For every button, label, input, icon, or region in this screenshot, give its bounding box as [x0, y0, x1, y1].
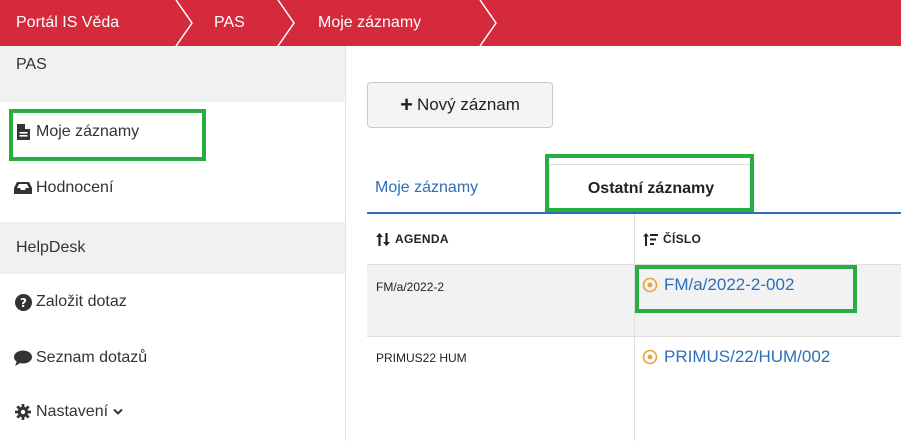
comment-icon [14, 349, 32, 367]
tab-moje-zaznamy[interactable]: Moje záznamy [375, 164, 478, 212]
breadcrumb-moje-zaznamy: Moje záznamy [318, 14, 422, 31]
sidebar-item-hodnoceni[interactable]: Hodnocení [0, 166, 345, 210]
sidebar-item-seznam-dotazu[interactable]: Seznam dotazů [0, 336, 345, 380]
chevron-right-icon [175, 0, 193, 46]
column-header-cislo[interactable]: ČÍSLO [643, 214, 701, 264]
sidebar-item-label: Seznam dotazů [36, 349, 148, 366]
inbox-icon [14, 179, 32, 197]
sidebar-item-label: Založit dotaz [36, 293, 127, 310]
new-record-label: Nový záznam [416, 95, 520, 114]
sort-filter-icon [643, 232, 658, 246]
chevron-right-icon [479, 0, 497, 46]
record-link[interactable]: PRIMUS/22/HUM/002 [642, 347, 830, 367]
breadcrumb-portal[interactable]: Portál IS Věda [0, 0, 119, 46]
highlight-box [635, 265, 857, 313]
gear-icon [14, 403, 32, 421]
column-header-agenda[interactable]: AGENDA [376, 214, 449, 264]
sidebar-divider [345, 46, 346, 441]
table-column-divider [634, 214, 635, 441]
highlight-box [9, 109, 206, 161]
column-header-label: ČÍSLO [663, 232, 702, 246]
column-header-label: AGENDA [395, 232, 449, 246]
sidebar-item-zalozit-dotaz[interactable]: ? Založit dotaz [0, 280, 345, 324]
highlight-box [545, 154, 754, 212]
sidebar-section-pas: PAS [0, 46, 345, 102]
sidebar-item-nastaveni[interactable]: Nastavení [0, 390, 345, 434]
record-link-label: PRIMUS/22/HUM/002 [664, 347, 831, 366]
svg-text:?: ? [20, 296, 27, 310]
sort-icon [376, 232, 390, 246]
breadcrumb: Portál IS Věda PAS Moje záznamy [0, 0, 901, 46]
sidebar-section-helpdesk: HelpDesk [0, 222, 345, 274]
sidebar-item-label: Nastavení [36, 403, 109, 420]
plus-icon: + [400, 92, 413, 117]
breadcrumb-pas[interactable]: PAS [198, 0, 245, 46]
status-circle-icon [642, 349, 658, 365]
cell-agenda: FM/a/2022-2 [376, 280, 445, 294]
question-circle-icon: ? [14, 293, 32, 311]
sidebar-item-label: Hodnocení [36, 179, 114, 196]
cell-agenda: PRIMUS22 HUM [376, 351, 467, 365]
new-record-button[interactable]: + Nový záznam [367, 82, 553, 128]
chevron-down-icon [113, 408, 123, 416]
chevron-right-icon [277, 0, 295, 46]
